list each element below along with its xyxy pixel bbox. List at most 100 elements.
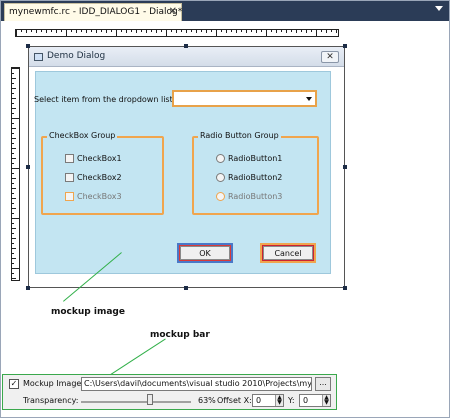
ok-button[interactable]: OK [177, 243, 233, 263]
ruler-tick [21, 30, 22, 32]
ruler-tick [12, 133, 14, 134]
ruler-tick [46, 30, 47, 33]
ruler-tick [236, 30, 237, 33]
checkbox-2[interactable]: CheckBox2 [65, 173, 122, 182]
ruler-tick [201, 30, 202, 32]
resize-handle[interactable] [26, 44, 30, 48]
resize-handle[interactable] [343, 165, 347, 169]
ruler-tick [12, 68, 19, 69]
ruler-tick [76, 30, 77, 33]
ruler-tick [226, 30, 227, 33]
checkbox-label: CheckBox3 [77, 192, 122, 201]
cancel-button[interactable]: Cancel [260, 243, 316, 263]
ruler-tick [12, 183, 14, 184]
ruler-tick [271, 30, 272, 32]
ruler-tick [86, 30, 87, 33]
mockup-image-annotation: mockup image [51, 307, 125, 317]
ruler-tick [12, 73, 14, 74]
close-icon[interactable]: ✕ [169, 4, 177, 20]
ruler-tick [306, 30, 307, 33]
dialog-window-icon [34, 53, 43, 61]
offset-x-label: Offset X: [217, 396, 252, 405]
ruler-tick [196, 30, 197, 33]
checkbox-label: CheckBox1 [77, 154, 122, 163]
radio-button-2[interactable]: RadioButton2 [216, 173, 282, 182]
ruler-tick [12, 158, 16, 159]
transparency-slider-thumb[interactable] [146, 394, 153, 405]
ruler-tick [336, 30, 337, 33]
ruler-tick [311, 30, 312, 32]
resize-handle[interactable] [343, 286, 347, 290]
ruler-tick [106, 30, 107, 33]
ruler-tick [156, 30, 157, 33]
radio-icon [216, 173, 225, 182]
checkbox-1[interactable]: CheckBox1 [65, 154, 122, 163]
checkbox-group-title: CheckBox Group [47, 131, 118, 140]
ruler-tick [12, 123, 14, 124]
offset-x-stepper[interactable]: 0 ▲ ▼ [252, 394, 284, 407]
ruler-tick [12, 143, 14, 144]
ruler-tick [51, 30, 52, 32]
checkbox-3[interactable]: CheckBox3 [65, 192, 122, 201]
ruler-tick [12, 83, 14, 84]
ruler-tick [12, 138, 16, 139]
spin-arrows-icon[interactable]: ▲ ▼ [322, 395, 330, 406]
spin-arrows-icon[interactable]: ▲ ▼ [275, 395, 283, 406]
ruler-tick [12, 163, 14, 164]
ruler-tick [186, 30, 187, 33]
ruler-tick [12, 258, 16, 259]
mockup-image-checkbox[interactable]: ✓ [9, 379, 19, 389]
ruler-tick [36, 30, 37, 33]
ruler-tick [191, 30, 192, 32]
dialog-title: Demo Dialog [47, 51, 106, 61]
ruler-tick [12, 263, 14, 264]
ruler-tick [12, 78, 16, 79]
resize-handle[interactable] [26, 286, 30, 290]
radio-button-3[interactable]: RadioButton3 [216, 192, 282, 201]
ruler-tick [151, 30, 152, 32]
resize-handle[interactable] [343, 44, 347, 48]
ruler-tick [131, 30, 132, 32]
radio-button-1[interactable]: RadioButton1 [216, 154, 282, 163]
ruler-tick [256, 30, 257, 33]
ruler-tick [71, 30, 72, 32]
browse-button[interactable]: ... [315, 377, 331, 391]
radio-icon [216, 154, 225, 163]
item-dropdown[interactable] [172, 90, 317, 107]
transparency-slider-track[interactable] [81, 401, 191, 403]
editor-frame: mynewmfc.rc - IDD_DIALOG1 - Dialog* ✕ De… [0, 0, 450, 418]
radio-label: RadioButton1 [228, 154, 283, 163]
ruler-tick [251, 30, 252, 32]
document-tab[interactable]: mynewmfc.rc - IDD_DIALOG1 - Dialog* ✕ [4, 3, 182, 21]
ruler-tick [111, 30, 112, 32]
ruler-tick [321, 30, 322, 32]
horizontal-ruler[interactable] [15, 29, 339, 37]
ruler-tick [211, 30, 212, 32]
radio-button-group: Radio Button Group RadioButton1 RadioBut… [192, 131, 319, 215]
ruler-tick [12, 173, 14, 174]
ruler-tick [12, 113, 14, 114]
ruler-tick [101, 30, 102, 32]
mockup-image-path-field[interactable]: C:\Users\davil\documents\visual studio 2… [81, 377, 312, 391]
ruler-tick [296, 30, 297, 33]
mockup-bar-pointer [109, 338, 166, 376]
resize-handle[interactable] [184, 44, 188, 48]
offset-y-stepper[interactable]: 0 ▲ ▼ [299, 394, 331, 407]
dialog-design-surface[interactable]: Demo Dialog ✕ Select item from the dropd… [26, 44, 347, 290]
transparency-value: 63% [198, 396, 216, 405]
checkbox-group: CheckBox Group CheckBox1 CheckBox2 Check… [41, 131, 164, 215]
transparency-label: Transparency: [23, 396, 79, 405]
ruler-tick [166, 30, 167, 36]
mockup-bar: ✓ Mockup Image: C:\Users\davil\documents… [2, 374, 337, 410]
ruler-tick [241, 30, 242, 32]
ruler-tick [121, 30, 122, 32]
ruler-tick [12, 233, 14, 234]
ruler-tick [96, 30, 97, 33]
chevron-down-icon[interactable] [435, 6, 443, 11]
ruler-tick [161, 30, 162, 32]
dialog-close-button[interactable]: ✕ [321, 51, 339, 63]
vertical-ruler[interactable] [11, 67, 20, 281]
resize-handle[interactable] [26, 165, 30, 169]
resize-handle[interactable] [184, 286, 188, 290]
ruler-tick [12, 98, 16, 99]
